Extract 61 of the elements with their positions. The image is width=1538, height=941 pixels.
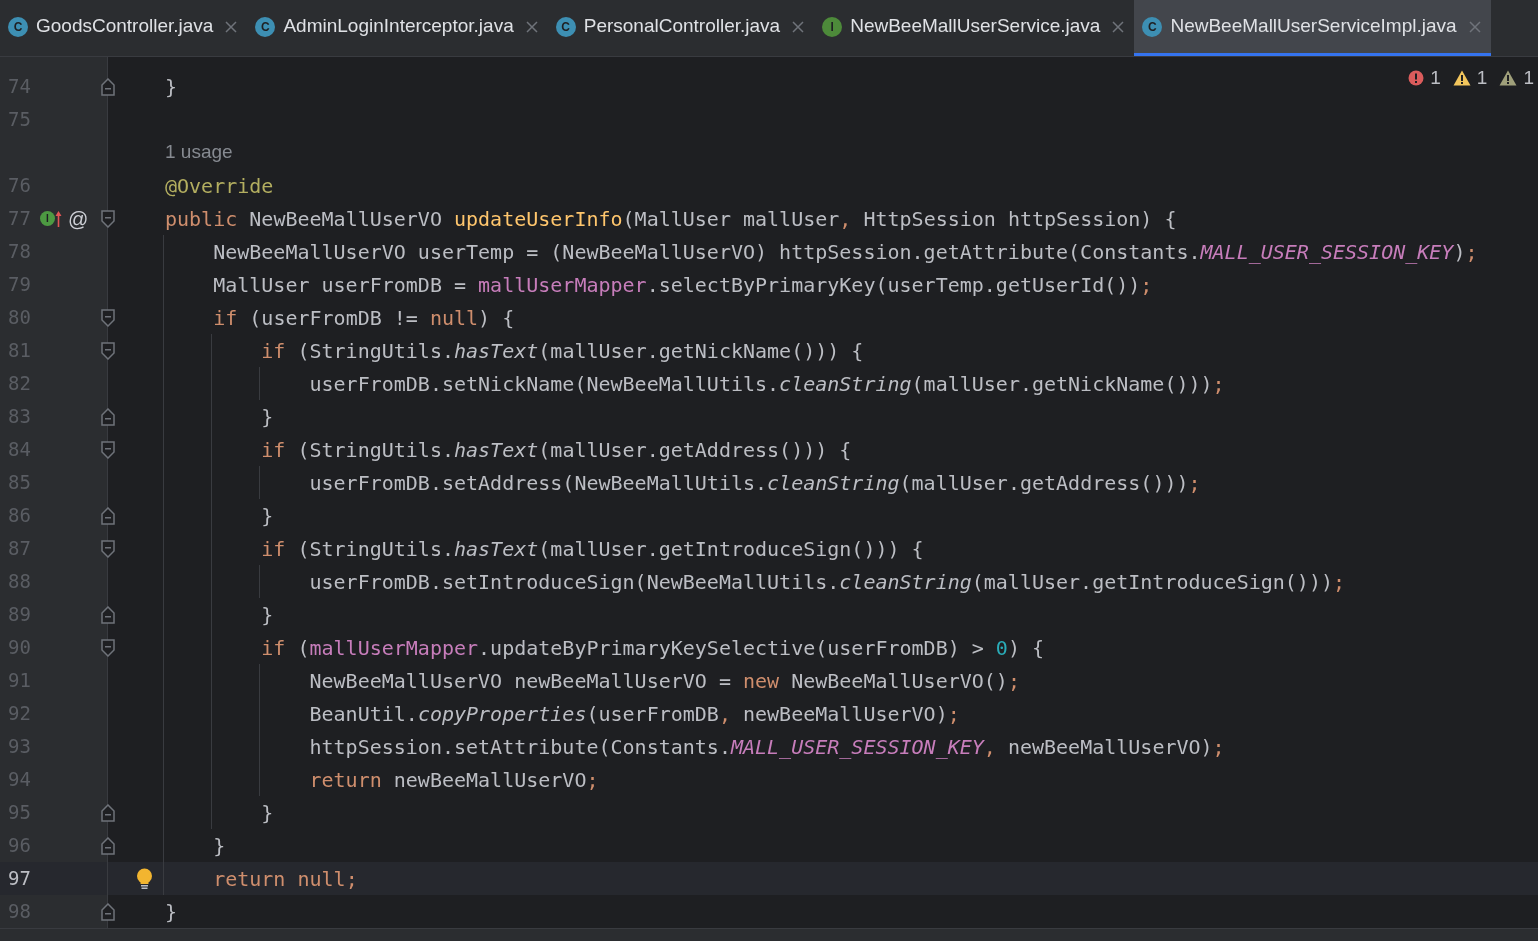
code-line: httpSession.setAttribute(Constants.MALL_USER_SESSION_KEY, newBeeMallUserVO);: [308, 733, 1225, 761]
code-line: }: [260, 601, 274, 629]
line-number: 97: [8, 866, 30, 892]
code-line: NewBeeMallUserVO userTemp = (NewBeeMallUserVO) httpSession.getAttribute(Constants.MALL_USER_SESSION_KEY);: [212, 238, 1478, 266]
fold-marker-icon[interactable]: [101, 902, 115, 921]
file-type-icon: C: [555, 16, 576, 37]
editor-tab[interactable]: C GoodsController.java: [0, 0, 248, 56]
code-line: @Override: [165, 172, 274, 200]
inspection-count[interactable]: 1: [1430, 64, 1441, 93]
close-icon[interactable]: [225, 20, 238, 33]
code-line: }: [165, 73, 178, 101]
lightbulb-icon[interactable]: [136, 867, 153, 890]
code-line: }: [260, 502, 274, 530]
fold-marker-icon[interactable]: [101, 638, 115, 657]
code-line: }: [212, 832, 226, 860]
warning-icon: [1452, 70, 1471, 87]
fold-marker-icon[interactable]: [101, 836, 115, 855]
code-line: MallUser userFromDB = mallUserMapper.selectByPrimaryKey(userTemp.getUserId());: [212, 271, 1153, 299]
close-icon[interactable]: [1468, 20, 1481, 33]
code-line: if (userFromDB != null) {: [212, 304, 515, 332]
close-icon[interactable]: [525, 20, 538, 33]
code-line: if (mallUserMapper.updateByPrimaryKeySelective(userFromDB) > 0) {: [260, 634, 1044, 662]
fold-marker-icon[interactable]: [101, 341, 115, 360]
fold-marker-icon[interactable]: [101, 77, 115, 96]
fold-marker-icon[interactable]: [101, 506, 115, 525]
code-line: public NewBeeMallUserVO updateUserInfo(MallUser mallUser, HttpSession httpSession) {: [165, 205, 1177, 233]
close-icon[interactable]: [1112, 20, 1125, 33]
code-line: }: [165, 898, 178, 926]
code-line: userFromDB.setAddress(NewBeeMallUtils.cleanString(mallUser.getAddress()));: [308, 469, 1201, 497]
code-line: NewBeeMallUserVO newBeeMallUserVO = new NewBeeMallUserVO();: [308, 667, 1020, 695]
code-line: userFromDB.setIntroduceSign(NewBeeMallUtils.cleanString(mallUser.getIntroduceSign()));: [308, 568, 1346, 596]
editor-tab[interactable]: I NewBeeMallUserService.java: [814, 0, 1135, 56]
fold-marker-icon[interactable]: [101, 209, 115, 228]
file-type-icon: I: [822, 16, 843, 37]
annotation-marker-icon[interactable]: @: [68, 208, 89, 229]
file-type-icon: C: [1142, 16, 1163, 37]
code-line: }: [260, 799, 274, 827]
fold-marker-icon[interactable]: [101, 605, 115, 624]
code-line: BeanUtil.copyProperties(userFromDB, newBeeMallUserVO);: [308, 700, 960, 728]
warning-icon: [1499, 70, 1518, 87]
code-line: if (StringUtils.hasText(mallUser.getNickName())) {: [260, 337, 864, 365]
file-type-icon: C: [255, 16, 276, 37]
fold-marker-icon[interactable]: [101, 803, 115, 822]
usage-hint[interactable]: 1 usage: [165, 138, 233, 167]
fold-marker-icon[interactable]: [101, 539, 115, 558]
editor-tab[interactable]: C AdminLoginInterceptor.java: [247, 0, 548, 56]
code-line: }: [260, 403, 274, 431]
fold-marker-icon[interactable]: [101, 407, 115, 426]
code-line: return null;: [212, 865, 358, 893]
code-line: if (StringUtils.hasText(mallUser.getAddress())) {: [260, 436, 852, 464]
close-icon[interactable]: [792, 20, 805, 33]
inspection-count[interactable]: 1: [1476, 64, 1488, 93]
code-line: userFromDB.setNickName(NewBeeMallUtils.cleanString(mallUser.getNickName()));: [308, 370, 1225, 398]
code-line: return newBeeMallUserVO;: [308, 766, 599, 794]
fold-marker-icon[interactable]: [101, 440, 115, 459]
fold-marker-icon[interactable]: [101, 308, 115, 327]
editor-tab[interactable]: C PersonalController.java: [547, 0, 815, 56]
inspection-count[interactable]: 1: [1523, 64, 1534, 93]
code-line: if (StringUtils.hasText(mallUser.getIntroduceSign())) {: [260, 535, 924, 563]
editor-tab[interactable]: C NewBeeMallUserServiceImpl.java: [1134, 0, 1491, 56]
file-type-icon: C: [8, 16, 28, 37]
